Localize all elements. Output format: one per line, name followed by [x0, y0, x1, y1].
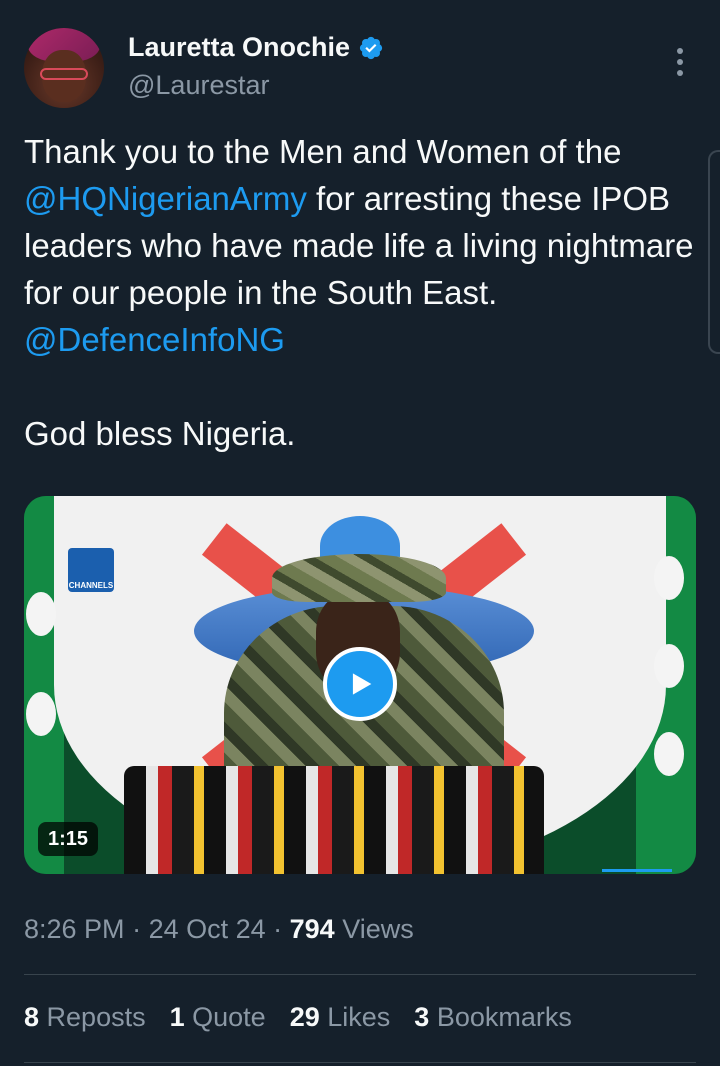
- more-dot: [677, 48, 683, 54]
- more-dot: [677, 59, 683, 65]
- likes-count: 29: [289, 1002, 320, 1032]
- video-frame-circle: [26, 692, 56, 736]
- views-count: 794: [289, 914, 335, 944]
- meta-separator: ·: [265, 914, 290, 944]
- tweet-date[interactable]: 24 Oct 24: [149, 914, 266, 944]
- more-dot: [677, 70, 683, 76]
- avatar-glasses: [40, 68, 88, 80]
- divider: [24, 974, 696, 975]
- video-duration-badge: 1:15: [38, 822, 98, 856]
- engagement-stats: 8 Reposts 1 Quote 29 Likes 3 Bookmarks: [24, 1002, 596, 1033]
- avatar[interactable]: [24, 28, 104, 108]
- video-frame-circle: [26, 592, 56, 636]
- video-progress-bar: [602, 869, 672, 872]
- video-frame-speaker-hat: [272, 554, 446, 602]
- author-display-name[interactable]: Lauretta Onochie: [128, 32, 350, 63]
- tweet-text: Thank you to the Men and Women of the @H…: [24, 128, 700, 457]
- tweet-meta: 8:26 PM · 24 Oct 24 · 794 Views: [24, 914, 414, 945]
- quotes-label: Quote: [184, 1002, 266, 1032]
- video-frame-microphones: [124, 766, 544, 874]
- video-player[interactable]: CHANNELS 1:15: [24, 496, 696, 874]
- video-frame-circle: [654, 732, 684, 776]
- likes-stat[interactable]: 29 Likes: [290, 1002, 391, 1033]
- mention-link-hqnigerianarmy[interactable]: @HQNigerianArmy: [24, 180, 307, 217]
- play-button[interactable]: [323, 647, 397, 721]
- tweet-text-part: Thank you to the Men and Women of the: [24, 133, 622, 170]
- quotes-stat[interactable]: 1 Quote: [170, 1002, 266, 1033]
- tweet-paragraph: Thank you to the Men and Women of the @H…: [24, 128, 700, 363]
- reposts-label: Reposts: [39, 1002, 146, 1032]
- verified-badge-icon: [359, 36, 383, 59]
- play-icon: [352, 673, 372, 695]
- tweet-paragraph: God bless Nigeria.: [24, 415, 296, 452]
- tweet-time[interactable]: 8:26 PM: [24, 914, 125, 944]
- author-name-row[interactable]: Lauretta Onochie: [128, 32, 384, 63]
- meta-separator: ·: [124, 914, 149, 944]
- mention-link-defenceinfong[interactable]: @DefenceInfoNG: [24, 321, 285, 358]
- divider: [24, 1062, 696, 1063]
- reposts-stat[interactable]: 8 Reposts: [24, 1002, 146, 1033]
- likes-label: Likes: [319, 1002, 391, 1032]
- bookmarks-count: 3: [414, 1002, 430, 1032]
- quotes-count: 1: [169, 1002, 185, 1032]
- video-frame-circle: [654, 556, 684, 600]
- bookmarks-label: Bookmarks: [429, 1002, 572, 1032]
- channels-watermark: CHANNELS: [68, 548, 114, 592]
- scrollbar[interactable]: [708, 150, 720, 354]
- bookmarks-stat[interactable]: 3 Bookmarks: [414, 1002, 572, 1033]
- reposts-count: 8: [24, 1002, 40, 1032]
- author-handle[interactable]: @Laurestar: [128, 70, 269, 101]
- more-options-icon[interactable]: [664, 44, 696, 80]
- views-label: Views: [334, 914, 414, 944]
- video-frame-circle: [654, 644, 684, 688]
